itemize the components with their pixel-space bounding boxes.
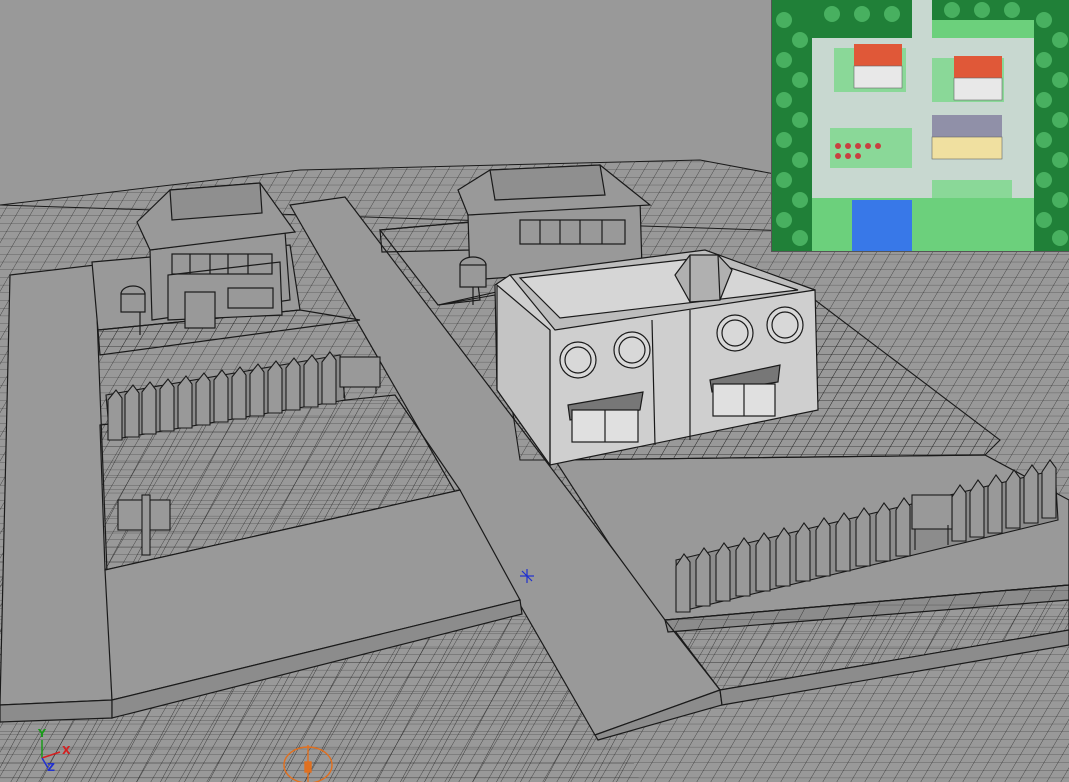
- 3d-viewport[interactable]: Y X Z: [0, 0, 1069, 782]
- left-ground-slab[interactable]: [0, 264, 113, 723]
- axis-z-label: Z: [47, 761, 55, 774]
- minimap-reference: [771, 0, 1069, 252]
- minimap-water: [852, 200, 912, 251]
- minimap-house-right: [953, 56, 1003, 101]
- axis-x-label: X: [62, 744, 71, 757]
- axis-gizmo: Y X Z: [28, 727, 78, 778]
- minimap-house-left: [853, 44, 903, 89]
- minimap-lab: [931, 115, 1003, 160]
- axis-y-label: Y: [38, 727, 46, 740]
